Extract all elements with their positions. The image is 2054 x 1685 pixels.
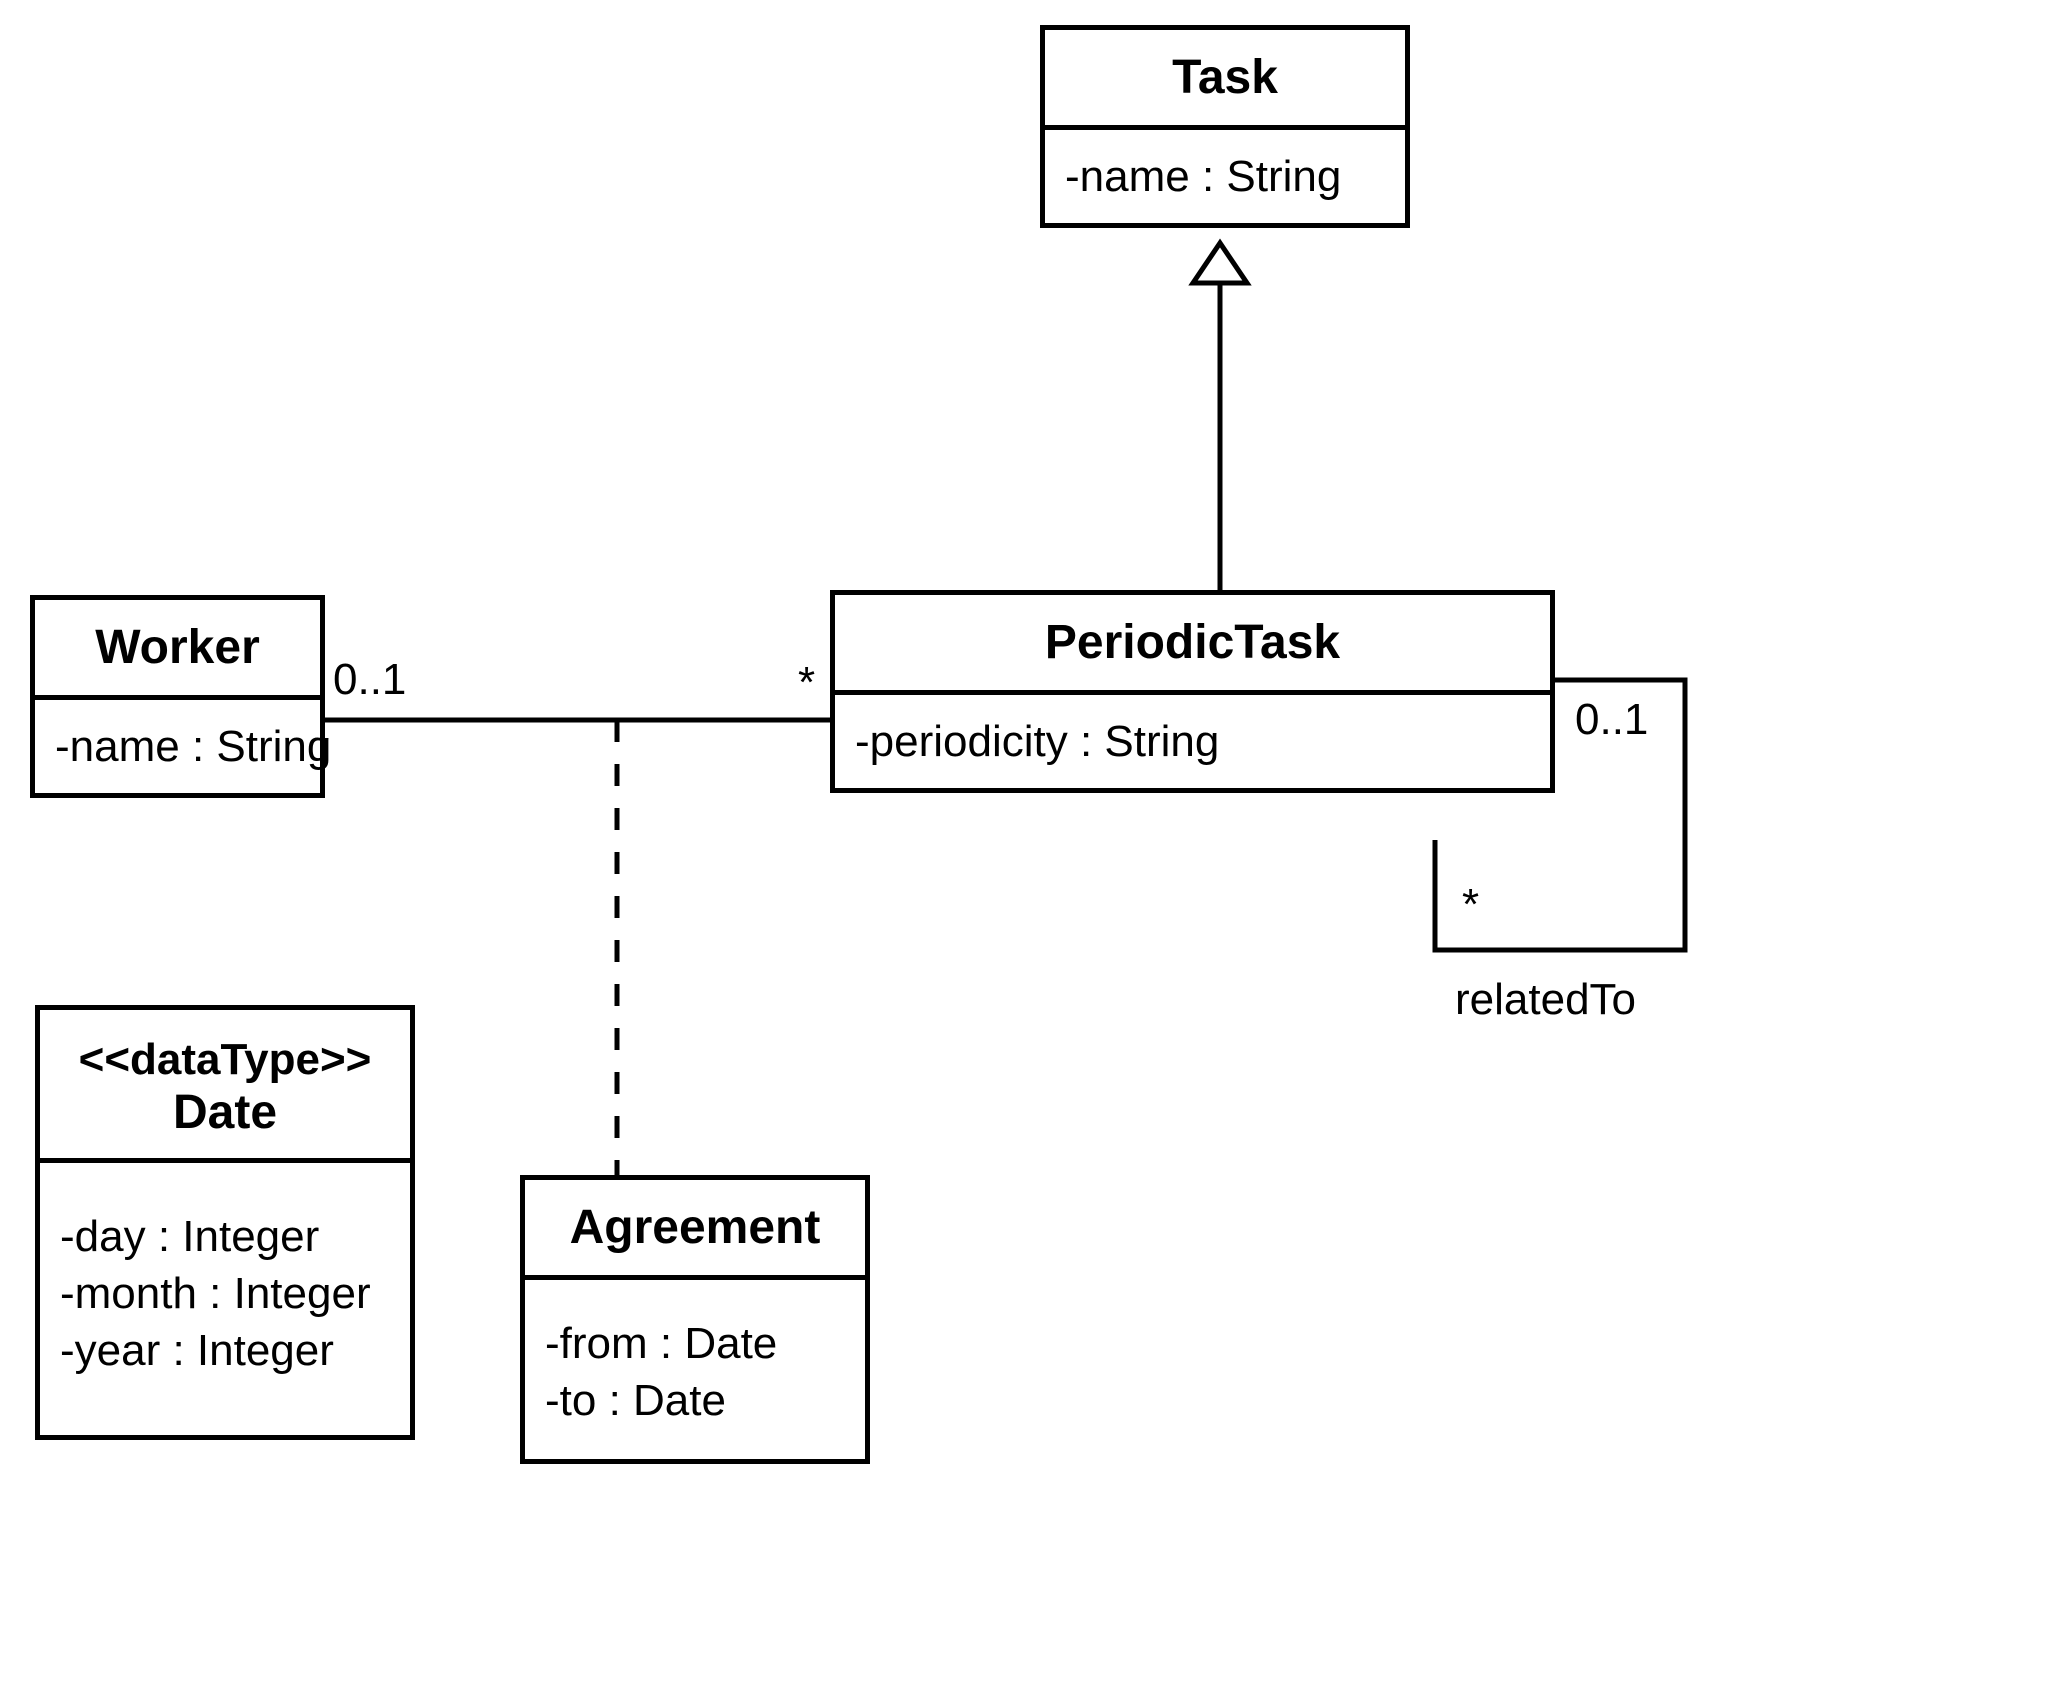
class-agreement: Agreement -from : Date -to : Date — [520, 1175, 870, 1464]
class-date: <<dataType>> Date -day : Integer -month … — [35, 1005, 415, 1440]
class-name-text: Worker — [95, 621, 260, 674]
class-worker-attrs: -name : String — [35, 700, 320, 793]
class-date-attrs: -day : Integer -month : Integer -year : … — [40, 1163, 410, 1435]
class-worker: Worker -name : String — [30, 595, 325, 798]
class-name-text: Agreement — [570, 1201, 821, 1254]
attr-text: -year : Integer — [60, 1322, 390, 1379]
class-periodictask-attrs: -periodicity : String — [835, 695, 1550, 788]
class-name-text: Date — [173, 1086, 277, 1139]
class-periodictask: PeriodicTask -periodicity : String — [830, 590, 1555, 793]
class-date-name: <<dataType>> Date — [40, 1010, 410, 1163]
class-periodictask-name: PeriodicTask — [835, 595, 1550, 695]
attr-text: -day : Integer — [60, 1208, 390, 1265]
uml-diagram: Task -name : String Worker -name : Strin… — [0, 0, 2054, 1685]
attr-text: -name : String — [55, 718, 300, 775]
class-name-text: PeriodicTask — [1045, 616, 1340, 669]
multiplicity-self-top: 0..1 — [1575, 695, 1648, 745]
association-name-relatedto: relatedTo — [1455, 975, 1636, 1025]
class-agreement-attrs: -from : Date -to : Date — [525, 1280, 865, 1459]
class-worker-name: Worker — [35, 600, 320, 700]
multiplicity-periodictask-left: * — [798, 658, 815, 708]
class-agreement-name: Agreement — [525, 1180, 865, 1280]
class-name-text: Task — [1172, 51, 1278, 104]
multiplicity-worker: 0..1 — [333, 655, 406, 705]
attr-text: -to : Date — [545, 1372, 845, 1429]
multiplicity-self-bottom: * — [1462, 880, 1479, 930]
attr-text: -periodicity : String — [855, 713, 1530, 770]
attr-text: -from : Date — [545, 1315, 845, 1372]
stereotype-text: <<dataType>> — [50, 1035, 400, 1085]
class-task-attrs: -name : String — [1045, 130, 1405, 223]
attr-text: -name : String — [1065, 148, 1385, 205]
attr-text: -month : Integer — [60, 1265, 390, 1322]
class-task: Task -name : String — [1040, 25, 1410, 228]
class-task-name: Task — [1045, 30, 1405, 130]
